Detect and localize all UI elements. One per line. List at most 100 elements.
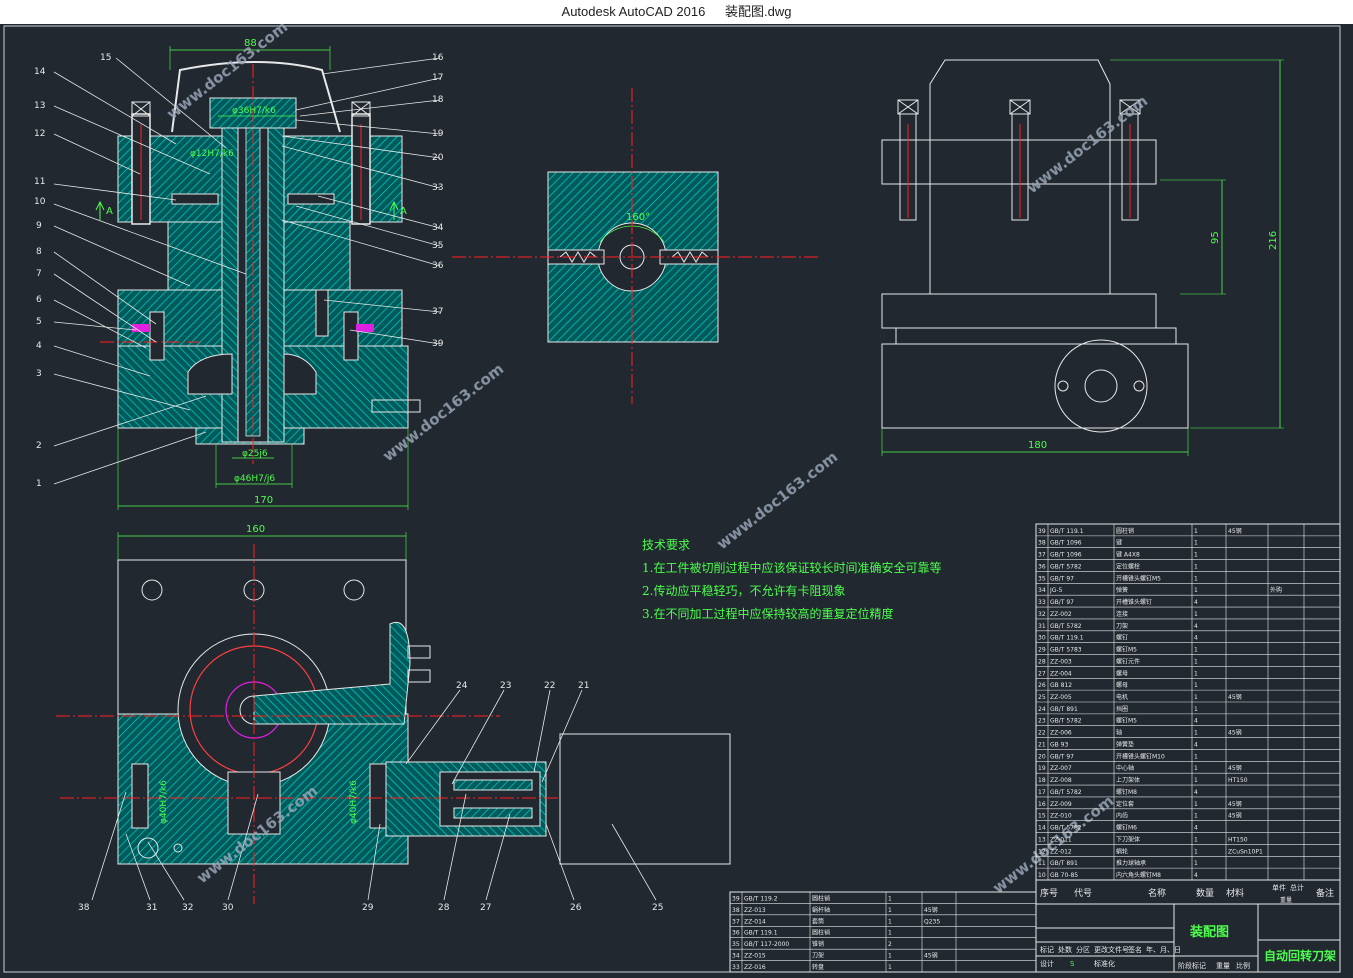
parts-cell: 螺母 — [1116, 669, 1128, 677]
tech-item-1: 1.在工件被切削过程中应该保证较长时间准确安全可靠等 — [642, 561, 942, 575]
parts-cell: ZZ-008 — [1050, 777, 1072, 784]
app-title: Autodesk AutoCAD 2016 — [561, 4, 706, 19]
svg-text:10: 10 — [34, 197, 46, 207]
svg-text:1: 1 — [36, 479, 42, 489]
parts-cell: 12 — [1038, 848, 1046, 855]
parts-cell: 1 — [1194, 765, 1198, 772]
svg-text:8: 8 — [36, 247, 42, 257]
parts-cell: GB/T 97 — [1050, 599, 1074, 606]
dim-d46: φ46H7/j6 — [234, 474, 275, 484]
parts-cell: 螺钉M8 — [1116, 788, 1137, 796]
dim-d12: φ12H7/k6 — [190, 149, 234, 159]
svg-text:32: 32 — [182, 903, 193, 913]
parts-cell: 推力球轴承 — [1116, 859, 1146, 867]
parts-cell: 1 — [1194, 647, 1198, 654]
parts-header: 序号 代号 名称 数量 材料 单件 总计 备注 重量 — [1040, 883, 1334, 904]
section-aa-view[interactable]: 160° — [452, 88, 820, 404]
parts-cell: 1 — [1194, 730, 1198, 737]
technical-requirements: 技术要求 1.在工件被切削过程中应该保证较长时间准确安全可靠等 2.传动应平稳轻… — [642, 534, 941, 626]
parts-cell: GB 93 — [1050, 741, 1068, 748]
svg-text:37: 37 — [432, 307, 443, 317]
parts-cell: 键 — [1116, 539, 1122, 547]
svg-text:设计: 设计 — [1040, 959, 1054, 968]
parts-cell: 4 — [1194, 741, 1198, 748]
parts-cell: ZZ-003 — [1050, 658, 1072, 665]
parts-cell: 中心轴 — [1116, 764, 1134, 772]
parts-cell: 螺钉 — [1116, 634, 1128, 642]
parts-cell: 45钢 — [1228, 800, 1242, 808]
parts-cell: ZZ-005 — [1050, 694, 1072, 701]
parts-cell: 1 — [1194, 528, 1198, 535]
parts-cell: 30 — [1038, 635, 1046, 642]
svg-text:材料: 材料 — [1226, 887, 1244, 899]
parts-cell: 定位螺栓 — [1116, 562, 1140, 570]
svg-text:名称: 名称 — [1148, 887, 1166, 899]
parts-cell: 弹簧垫 — [1116, 740, 1134, 748]
parts-cell: 1 — [1194, 836, 1198, 843]
parts-cell: 圆柱销 — [1116, 527, 1134, 535]
parts-cell: 1 — [1194, 563, 1198, 570]
parts-cell: ZZ-013 — [744, 907, 766, 914]
parts-cell: 1 — [1194, 540, 1198, 547]
dim-180: 180 — [1028, 440, 1047, 451]
svg-text:序号: 序号 — [1040, 887, 1058, 899]
main-section-view[interactable]: A A 88 φ36H7/k6 φ12H7/k6 φ25j6 φ46H7/j6 … — [53, 38, 441, 510]
svg-text:16: 16 — [432, 53, 444, 63]
title-block-labels: 标记 处数 分区 更改文件号 签名 年、月、日 设计 标准化 阶段标记 重量 比… — [1040, 945, 1250, 970]
parts-cell: 轴 — [1116, 729, 1122, 737]
side-view[interactable] — [881, 59, 1284, 456]
parts-cell: ZZ-016 — [744, 964, 766, 971]
parts-cell: ZZ-004 — [1050, 670, 1072, 677]
parts-cell: 螺钉M5 — [1116, 646, 1137, 654]
svg-text:比例: 比例 — [1236, 961, 1250, 970]
parts-cell: 45钢 — [924, 952, 938, 960]
dim-d36: φ36H7/k6 — [232, 106, 276, 116]
parts-cell: 20 — [1038, 753, 1046, 760]
svg-text:23: 23 — [500, 681, 511, 691]
parts-cell: 1 — [1194, 575, 1198, 582]
parts-cell: GB/T 1096 — [1050, 552, 1082, 559]
svg-text:15: 15 — [100, 53, 111, 63]
parts-cell: 4 — [1194, 789, 1198, 796]
parts-cell: 14 — [1038, 825, 1046, 832]
parts-cell: 45钢 — [1228, 527, 1242, 535]
parts-cell: ZZ-015 — [744, 953, 766, 960]
svg-text:重量: 重量 — [1280, 896, 1292, 904]
section-mark-right: A — [400, 206, 407, 217]
parts-cell: 螺钉M5 — [1116, 717, 1137, 725]
cad-drawing[interactable]: A A 88 φ36H7/k6 φ12H7/k6 φ25j6 φ46H7/j6 … — [0, 18, 1353, 974]
parts-cell: 1 — [1194, 753, 1198, 760]
svg-text:39: 39 — [432, 339, 444, 349]
parts-cell: 键 A4X8 — [1116, 551, 1140, 559]
drawing-canvas[interactable]: A A 88 φ36H7/k6 φ12H7/k6 φ25j6 φ46H7/j6 … — [0, 18, 1353, 974]
parts-cell: 弹簧 — [1116, 586, 1128, 594]
dim-d40a: φ40H7/k6 — [159, 780, 169, 824]
dim-170: 170 — [254, 495, 273, 506]
parts-cell: 1 — [1194, 552, 1198, 559]
dim-160: 160 — [246, 524, 265, 535]
parts-cell: 1 — [1194, 670, 1198, 677]
tech-item-2: 2.传动应平稳轻巧，不允许有卡阻现象 — [642, 584, 846, 598]
parts-cell: ZCuSn10P1 — [1228, 848, 1263, 855]
bottom-view[interactable]: φ40H7/k6 φ40H7/k6 — [56, 532, 731, 904]
parts-cell: ZZ-010 — [1050, 813, 1072, 820]
parts-cell: 1 — [1194, 813, 1198, 820]
parts-cell: 31 — [1038, 623, 1046, 630]
parts-cell: 17 — [1038, 789, 1046, 796]
parts-cell: GB/T 5782 — [1050, 825, 1082, 832]
parts-cell: 定位套 — [1116, 800, 1134, 808]
svg-text:12: 12 — [34, 129, 45, 139]
parts-cell: 39 — [732, 895, 740, 902]
parts-cell: 挡圈 — [1116, 705, 1128, 713]
parts-cell: 36 — [732, 930, 740, 937]
dim-d40b: φ40H7/k6 — [349, 780, 359, 824]
svg-text:21: 21 — [578, 681, 589, 691]
parts-cell: 1 — [1194, 777, 1198, 784]
svg-text:26: 26 — [570, 903, 582, 913]
parts-cell: 1 — [1194, 694, 1198, 701]
tech-item-3: 3.在不同加工过程中应保持较高的重复定位精度 — [642, 607, 894, 621]
svg-text:7: 7 — [36, 269, 42, 279]
parts-cell: ZZ-009 — [1050, 801, 1072, 808]
product-name: 自动回转刀架 — [1264, 948, 1336, 963]
parts-cell: ZZ-007 — [1050, 765, 1072, 772]
